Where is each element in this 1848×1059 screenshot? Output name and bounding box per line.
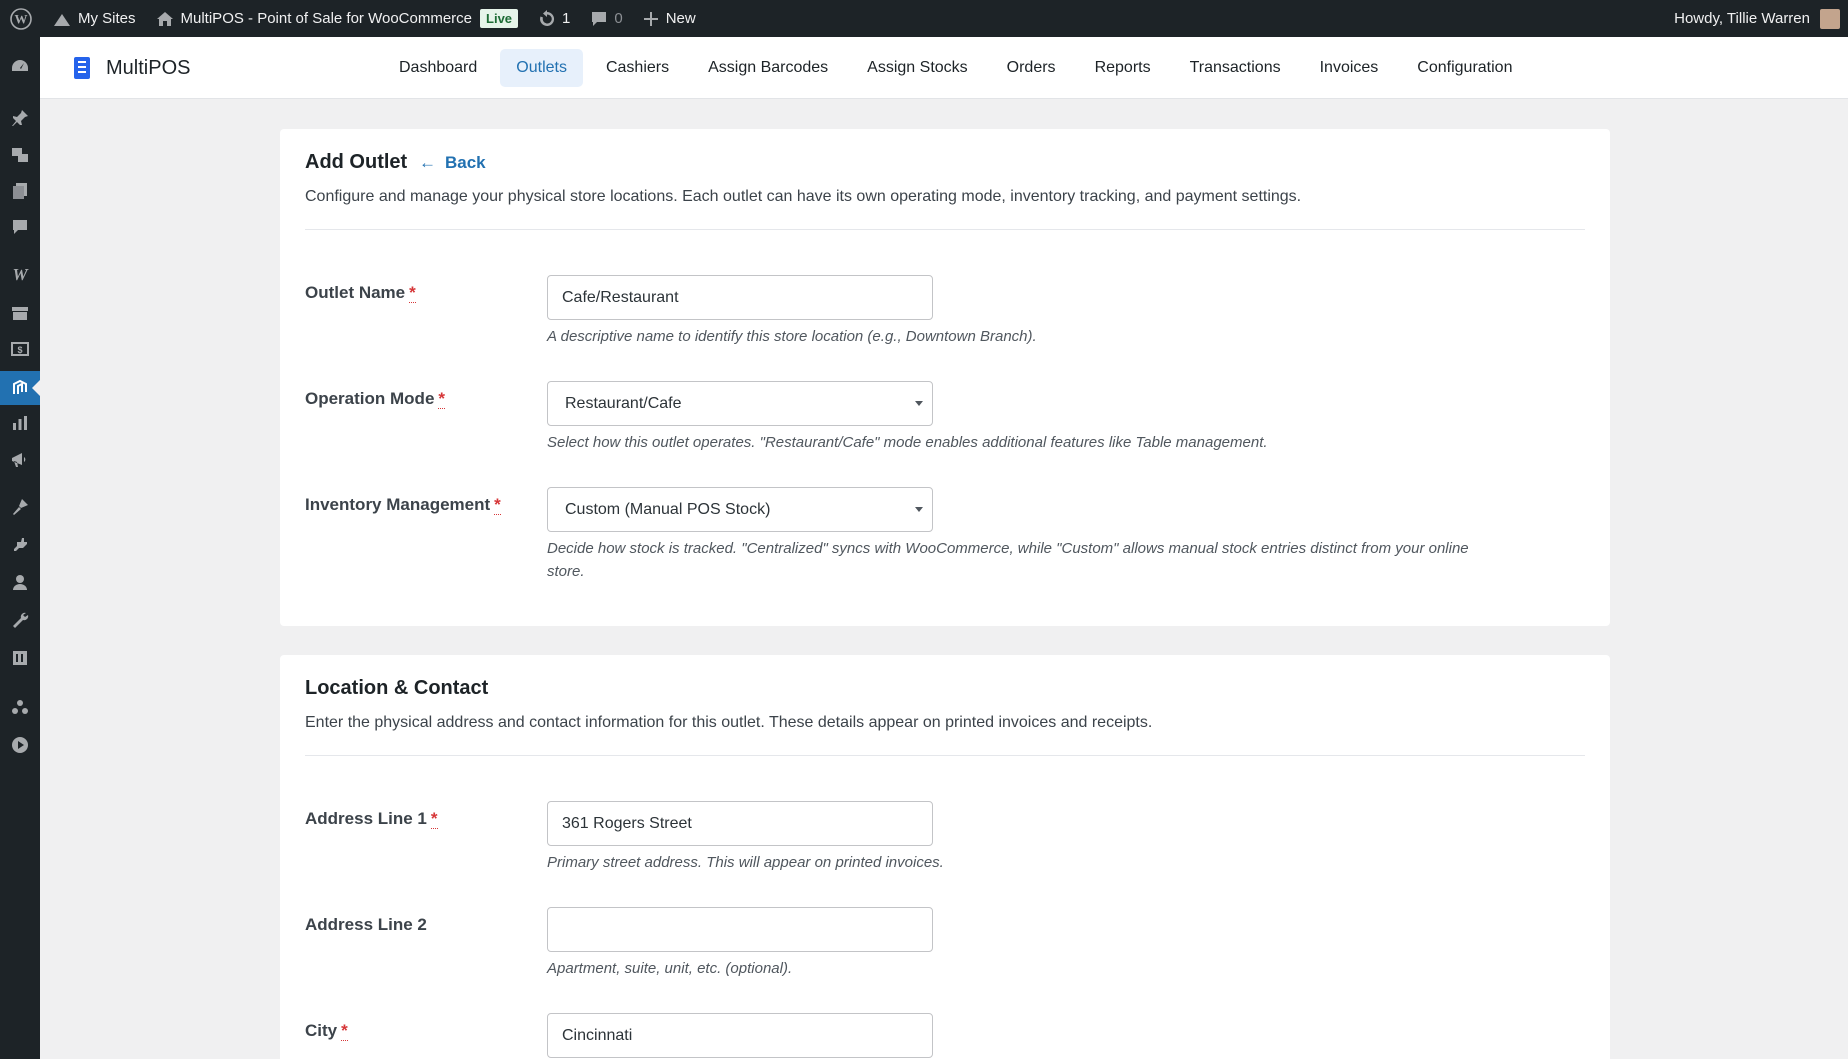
inventory-management-label: Inventory Management * — [305, 495, 501, 515]
city-input[interactable]: Cincinnati — [547, 1013, 933, 1058]
live-badge: Live — [480, 9, 519, 28]
settings-icon[interactable] — [0, 641, 40, 675]
plugins-icon[interactable] — [0, 528, 40, 562]
admin-bar: W My Sites MultiPOS - Point of Sale for … — [0, 0, 1848, 37]
plugin-top-nav: MultiPOS Dashboard Outlets Cashiers Assi… — [40, 37, 1848, 99]
inventory-management-value: Custom (Manual POS Stock) — [565, 500, 771, 518]
svg-text:W: W — [12, 265, 29, 284]
comment-icon — [592, 11, 607, 26]
nav-tabs: Dashboard Outlets Cashiers Assign Barcod… — [383, 49, 1535, 87]
tab-configuration[interactable]: Configuration — [1401, 49, 1528, 87]
new-label: New — [665, 10, 696, 27]
inventory-management-select[interactable]: Custom (Manual POS Stock) — [547, 487, 933, 532]
outlet-name-help: A descriptive name to identify this stor… — [547, 328, 1037, 345]
analytics-icon[interactable] — [0, 406, 40, 440]
arrow-left-icon: ← — [419, 153, 436, 172]
updates-count: 1 — [562, 10, 571, 27]
section-description: Enter the physical address and contact i… — [305, 714, 1153, 731]
my-sites-menu[interactable]: My Sites — [42, 0, 146, 37]
tab-assign-barcodes[interactable]: Assign Barcodes — [692, 49, 844, 87]
home-icon — [156, 11, 173, 26]
required-marker: * — [430, 809, 438, 829]
address-line-2-label: Address Line 2 — [305, 915, 427, 934]
woocommerce-icon[interactable]: W — [0, 258, 40, 292]
page-title: Add Outlet — [305, 151, 408, 173]
payments-icon[interactable]: $ — [0, 332, 40, 366]
pages-icon[interactable] — [0, 174, 40, 208]
new-content-menu[interactable]: New — [633, 0, 706, 37]
multipos-icon[interactable] — [0, 371, 40, 405]
tab-assign-stocks[interactable]: Assign Stocks — [851, 49, 983, 87]
appearance-icon[interactable] — [0, 490, 40, 524]
updates-menu[interactable]: 1 — [528, 0, 580, 37]
required-marker: * — [438, 389, 446, 409]
site-name: MultiPOS - Point of Sale for WooCommerce — [180, 10, 473, 27]
tab-outlets[interactable]: Outlets — [500, 49, 583, 87]
greeting: Howdy, Tillie Warren — [1674, 10, 1810, 27]
media-icon[interactable] — [0, 138, 40, 172]
plus-icon — [643, 11, 658, 26]
tab-cashiers[interactable]: Cashiers — [590, 49, 685, 87]
tab-reports[interactable]: Reports — [1079, 49, 1167, 87]
my-sites-icon — [54, 13, 70, 26]
avatar — [1820, 8, 1840, 29]
products-icon[interactable] — [0, 296, 40, 330]
brand[interactable]: MultiPOS — [74, 37, 190, 99]
svg-text:W: W — [15, 11, 28, 26]
back-label: Back — [445, 153, 486, 172]
required-marker: * — [409, 283, 416, 303]
address-line-2-help: Apartment, suite, unit, etc. (optional). — [547, 960, 793, 977]
tools-icon[interactable] — [0, 603, 40, 637]
address-line-1-input[interactable]: 361 Rogers Street — [547, 801, 933, 846]
extensions-icon[interactable] — [0, 690, 40, 724]
tab-invoices[interactable]: Invoices — [1304, 49, 1395, 87]
posts-pin-icon[interactable] — [0, 101, 40, 135]
updates-icon — [540, 9, 555, 26]
add-outlet-card: Add Outlet ← Back Configure and manage y… — [280, 129, 1610, 626]
users-icon[interactable] — [0, 565, 40, 599]
inventory-management-help-line2: store. — [547, 563, 585, 580]
dashboard-icon[interactable] — [0, 50, 40, 84]
required-marker: * — [341, 1021, 348, 1041]
section-title: Location & Contact — [305, 677, 489, 699]
section-description: Configure and manage your physical store… — [305, 188, 1302, 205]
brand-name: MultiPOS — [106, 56, 191, 79]
my-account-menu[interactable]: Howdy, Tillie Warren — [1664, 0, 1840, 37]
site-name-menu[interactable]: MultiPOS - Point of Sale for WooCommerce… — [146, 0, 529, 37]
address-line-1-label: Address Line 1 * — [305, 809, 438, 829]
city-label: City * — [305, 1021, 348, 1041]
operation-mode-help: Select how this outlet operates. "Restau… — [547, 434, 1268, 451]
admin-sidebar: W $ — [0, 37, 40, 1059]
location-contact-card: Location & Contact Enter the physical ad… — [280, 655, 1610, 1059]
tab-dashboard[interactable]: Dashboard — [383, 49, 493, 87]
section-divider — [305, 229, 1585, 230]
comments-icon[interactable] — [0, 210, 40, 244]
svg-text:$: $ — [17, 345, 22, 355]
outlet-name-input[interactable]: Cafe/Restaurant — [547, 275, 933, 320]
address-line-1-help: Primary street address. This will appear… — [547, 854, 944, 871]
operation-mode-label: Operation Mode * — [305, 389, 446, 409]
multipos-logo-icon — [74, 57, 90, 79]
comments-menu[interactable]: 0 — [580, 0, 632, 37]
chevron-down-icon — [915, 401, 923, 406]
tab-orders[interactable]: Orders — [991, 49, 1072, 87]
comments-count: 0 — [614, 10, 623, 27]
wordpress-logo-icon[interactable]: W — [0, 0, 42, 37]
chevron-down-icon — [915, 507, 923, 512]
required-marker: * — [494, 495, 501, 515]
back-link[interactable]: ← Back — [419, 153, 486, 173]
operation-mode-select[interactable]: Restaurant/Cafe — [547, 381, 933, 426]
marketing-icon[interactable] — [0, 443, 40, 477]
play-icon[interactable] — [0, 728, 40, 762]
address-line-2-input[interactable] — [547, 907, 933, 952]
outlet-name-label: Outlet Name * — [305, 283, 416, 303]
tab-transactions[interactable]: Transactions — [1174, 49, 1297, 87]
section-divider — [305, 755, 1585, 756]
inventory-management-help-line1: Decide how stock is tracked. "Centralize… — [547, 540, 1469, 557]
operation-mode-value: Restaurant/Cafe — [565, 394, 682, 412]
my-sites-label: My Sites — [78, 10, 136, 27]
